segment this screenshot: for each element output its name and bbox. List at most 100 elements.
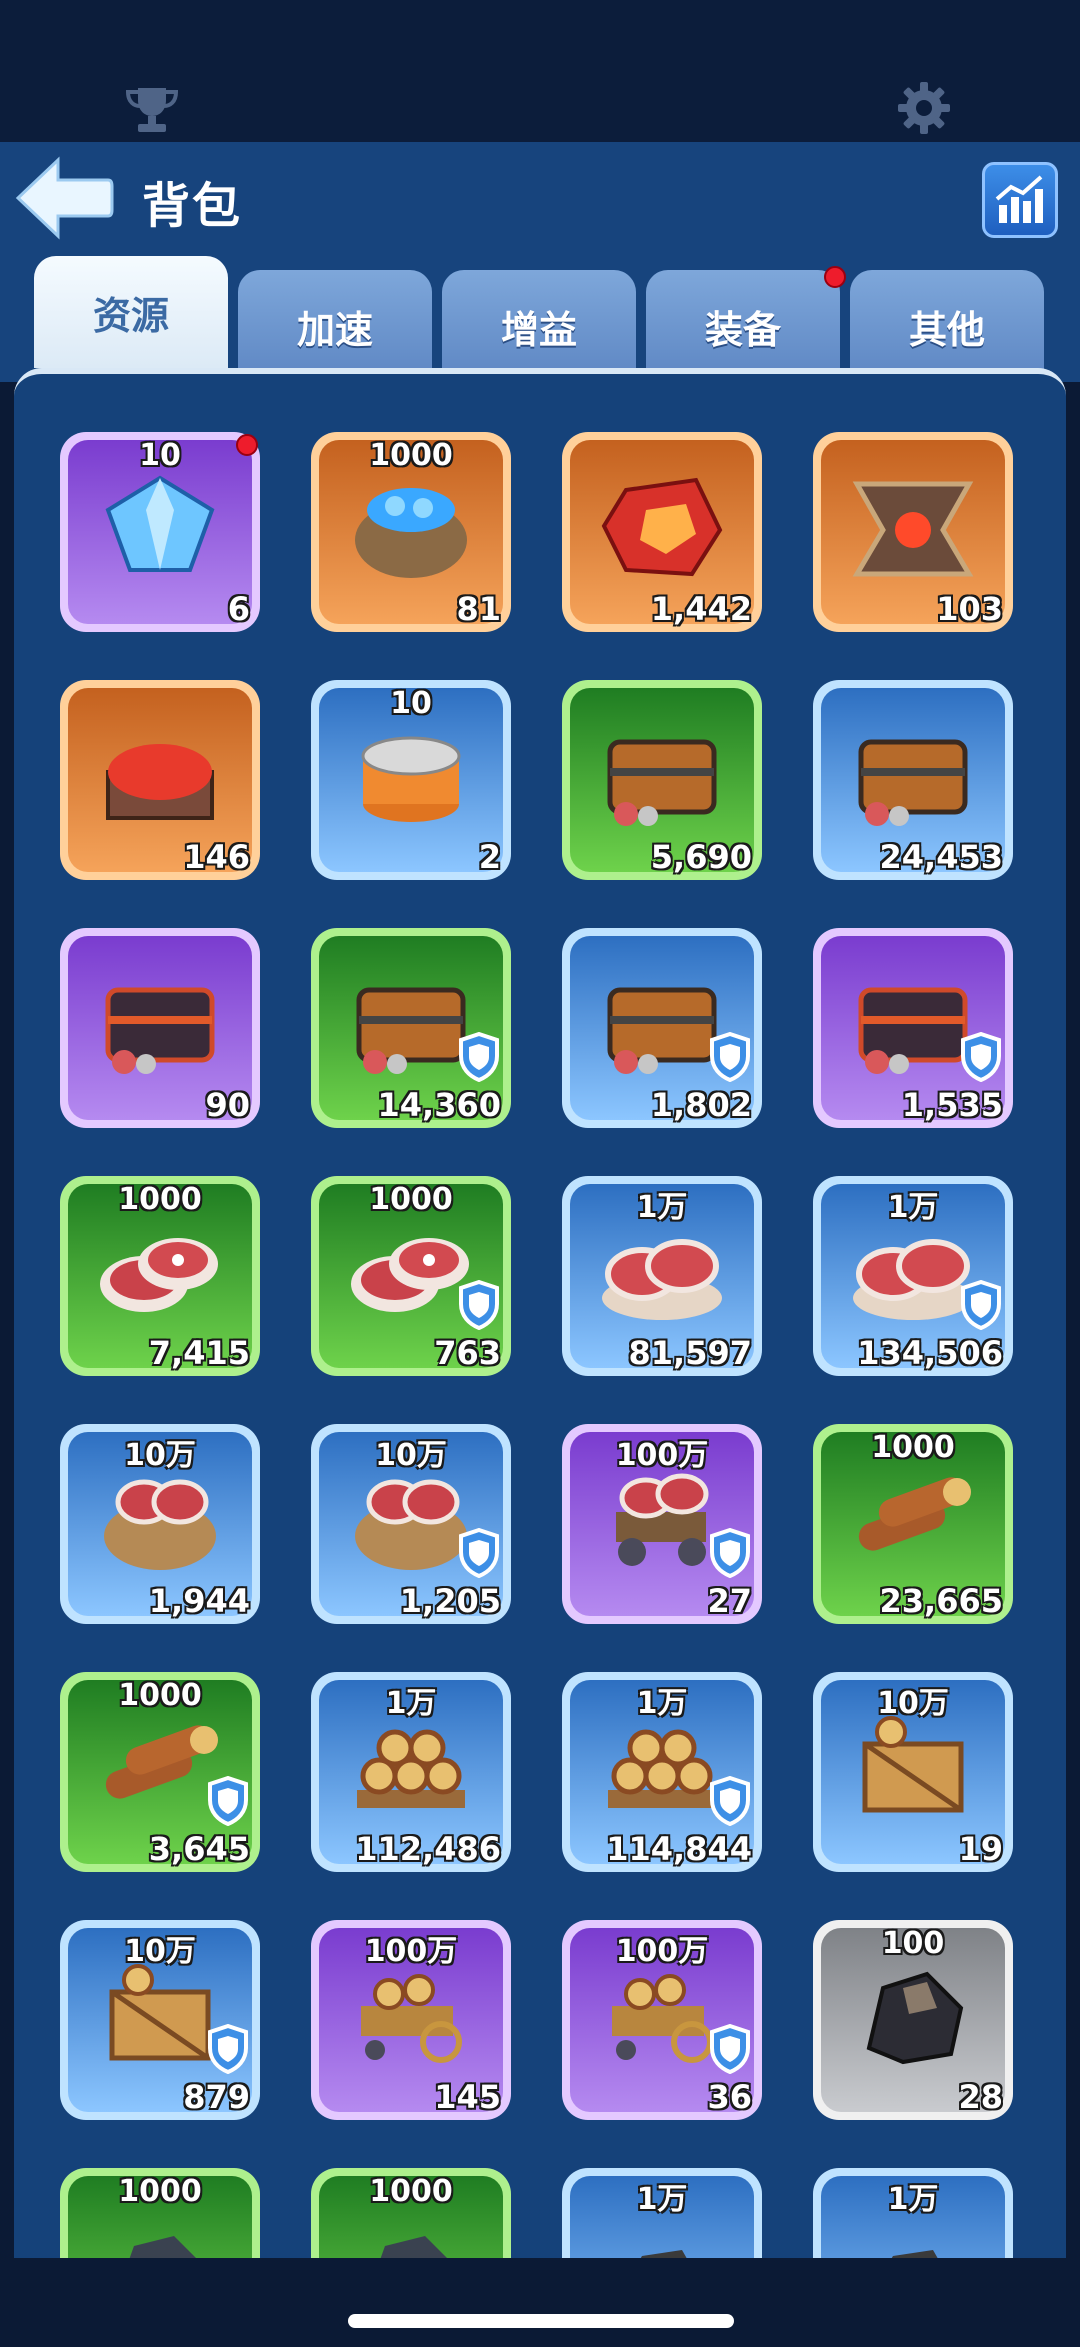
item-denomination: 100万 [615, 1934, 709, 1969]
tab-label: 加速 [296, 307, 373, 352]
tab-label: 增益 [500, 307, 577, 352]
tab-other[interactable]: 其他 [850, 270, 1044, 382]
item-denomination: 1万 [887, 2182, 939, 2217]
item-count: 2 [478, 838, 501, 876]
inventory-item[interactable]: 146 [60, 680, 260, 880]
inventory-item[interactable]: 1万 81,597 [562, 1176, 762, 1376]
inventory-item[interactable]: 100万 27 [562, 1424, 762, 1624]
resource-chest-icon [858, 739, 968, 826]
inventory-item[interactable]: 10万 1,205 [311, 1424, 511, 1624]
home-indicator [348, 2314, 734, 2328]
item-count: 1,442 [650, 590, 752, 628]
inventory-item[interactable]: 1000 3,645 [60, 1672, 260, 1872]
inventory-item[interactable]: 5,690 [562, 680, 762, 880]
item-denomination: 1万 [636, 1190, 688, 1225]
inventory-item[interactable]: 1万 [562, 2168, 762, 2258]
notification-dot [236, 434, 258, 456]
item-denomination: 10万 [877, 1686, 949, 1721]
dark-chest-icon [105, 987, 215, 1074]
shield-icon [710, 1776, 750, 1826]
shield-icon [459, 1528, 499, 1578]
wood-crate-icon [862, 1716, 964, 1813]
inventory-item[interactable]: 103 [813, 432, 1013, 632]
inventory-item[interactable]: 1万 [813, 2168, 1013, 2258]
item-denomination: 1000 [118, 1678, 202, 1713]
bar-chart-icon [995, 175, 1043, 223]
page-title: 背包 [142, 178, 243, 234]
item-denomination: 10万 [124, 1934, 196, 1969]
inventory-item[interactable]: 100 28 [813, 1920, 1013, 2120]
inventory-item[interactable]: 1000 763 [311, 1176, 511, 1376]
inventory-item[interactable]: 24,453 [813, 680, 1013, 880]
inventory-item[interactable]: 1万 134,506 [813, 1176, 1013, 1376]
item-count: 103 [936, 590, 1003, 628]
red-core-frame-icon [852, 481, 974, 577]
inventory-item[interactable]: 90 [60, 928, 260, 1128]
meat-sack-icon [104, 1479, 216, 1570]
item-denomination: 1000 [369, 438, 453, 473]
item-denomination: 1万 [887, 1190, 939, 1225]
item-denomination: 10 [139, 438, 181, 473]
ore-icon [129, 2236, 196, 2258]
item-denomination: 1000 [118, 2174, 202, 2209]
shield-icon [459, 1280, 499, 1330]
canned-food-icon [361, 736, 461, 822]
item-count: 81,597 [628, 1334, 752, 1372]
inventory-item[interactable]: 1000 7,415 [60, 1176, 260, 1376]
item-denomination: 10万 [124, 1438, 196, 1473]
inventory-item[interactable]: 1万 112,486 [311, 1672, 511, 1872]
status-bar [0, 0, 1080, 142]
item-count: 145 [434, 2078, 501, 2116]
red-crystal-icon [601, 477, 723, 577]
inventory-item[interactable]: 1,535 [813, 928, 1013, 1128]
inventory-item[interactable]: 10万 1,944 [60, 1424, 260, 1624]
item-denomination: 100万 [364, 1934, 458, 1969]
item-denomination: 1000 [118, 1182, 202, 1217]
inventory-item[interactable]: 14,360 [311, 928, 511, 1128]
stats-chart-button[interactable] [982, 162, 1058, 238]
tab-boosts[interactable]: 增益 [442, 270, 636, 382]
tab-label: 资源 [92, 293, 169, 338]
inventory-item[interactable]: 1000 [311, 2168, 511, 2258]
item-count: 6 [227, 590, 250, 628]
item-denomination: 1万 [636, 2182, 688, 2217]
tab-equipment[interactable]: 装备 [646, 266, 846, 382]
inventory-item[interactable]: 10 2 [311, 680, 511, 880]
logs-icon [858, 1477, 971, 1551]
inventory-item[interactable]: 1000 81 [311, 432, 511, 632]
inventory-item[interactable]: 100万 145 [311, 1920, 511, 2120]
meat-plate-icon [602, 1239, 722, 1320]
item-denomination: 100 [881, 1926, 945, 1961]
shield-icon [961, 1280, 1001, 1330]
item-count: 1,205 [399, 1582, 501, 1620]
item-count: 1,535 [901, 1086, 1003, 1124]
back-arrow-icon[interactable] [14, 156, 114, 240]
item-denomination: 1000 [871, 1430, 955, 1465]
inventory-item[interactable]: 10万 19 [813, 1672, 1013, 1872]
inventory-item[interactable]: 1000 [60, 2168, 260, 2258]
inventory-item[interactable]: 10万 879 [60, 1920, 260, 2120]
item-count: 19 [958, 1830, 1003, 1868]
item-count: 7,415 [148, 1334, 250, 1372]
item-count: 879 [183, 2078, 250, 2116]
diamond-sack-icon [355, 488, 467, 578]
item-count: 3,645 [148, 1830, 250, 1868]
inventory-item[interactable]: 1000 23,665 [813, 1424, 1013, 1624]
item-count: 112,486 [355, 1830, 501, 1868]
trophy-icon[interactable] [124, 84, 180, 136]
tab-label: 装备 [704, 307, 781, 352]
inventory-item[interactable]: 100万 36 [562, 1920, 762, 2120]
inventory-item[interactable]: 1,802 [562, 928, 762, 1128]
item-denomination: 1000 [369, 1182, 453, 1217]
inventory-item[interactable]: 1万 114,844 [562, 1672, 762, 1872]
tab-speedups[interactable]: 加速 [238, 270, 432, 382]
item-denomination: 1万 [385, 1686, 437, 1721]
inventory-item[interactable]: 10 6 [60, 432, 260, 632]
item-count: 90 [205, 1086, 250, 1124]
item-denomination: 1000 [369, 2174, 453, 2209]
gear-icon[interactable] [896, 80, 952, 136]
inventory-item[interactable]: 1,442 [562, 432, 762, 632]
tab-resources[interactable]: 资源 [34, 256, 228, 368]
meat-icon [100, 1238, 218, 1312]
item-count: 23,665 [879, 1582, 1003, 1620]
